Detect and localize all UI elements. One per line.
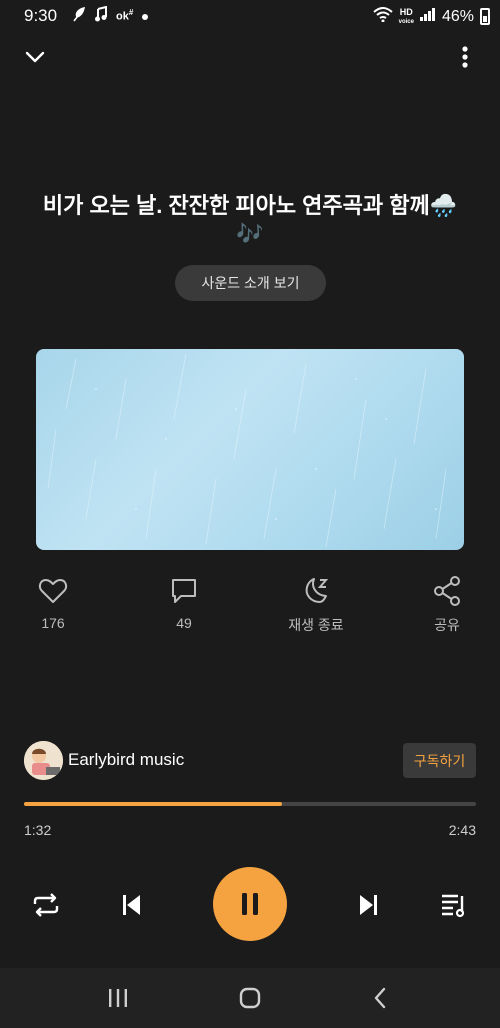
like-count: 176 [41, 615, 65, 631]
battery-icon [480, 8, 490, 25]
repeat-button[interactable] [26, 885, 66, 925]
like-action[interactable]: 176 [8, 575, 98, 631]
more-options-button[interactable] [452, 42, 478, 72]
track-title: 비가 오는 날. 잔잔한 피아노 연주곡과 함께🌧️🎶 [42, 193, 458, 246]
avatar-illustration [24, 741, 63, 780]
home-button[interactable] [234, 983, 266, 1013]
status-time: 9:30 [24, 6, 58, 25]
dot-icon [141, 8, 149, 24]
status-bar: 9:30 ok# HD voice 46% [0, 0, 500, 32]
current-time: 1:32 [24, 822, 52, 838]
previous-button[interactable] [111, 885, 151, 925]
sleep-timer-icon [305, 578, 329, 603]
subscribe-button[interactable]: 구독하기 [403, 743, 476, 778]
chevron-down-icon [25, 51, 45, 63]
share-icon [434, 576, 460, 606]
share-label: 공유 [434, 617, 460, 633]
more-vertical-icon [462, 46, 468, 68]
hd-sub-label: voice [398, 18, 414, 25]
channel-name[interactable]: Earlybird music [68, 750, 184, 770]
status-notification-icons: ok# [72, 5, 149, 25]
back-icon [374, 987, 386, 1009]
signal-icon [419, 7, 436, 26]
recents-button[interactable] [102, 983, 134, 1013]
rain-artwork-image [47, 353, 447, 548]
pause-button[interactable] [213, 867, 287, 941]
repeat-icon [33, 893, 59, 917]
sleep-timer-action[interactable]: 재생 종료 [271, 575, 361, 635]
sleep-timer-label: 재생 종료 [288, 617, 344, 633]
collapse-button[interactable] [22, 44, 48, 70]
back-button[interactable] [364, 983, 396, 1013]
battery-percent: 46% [441, 7, 474, 25]
hd-label: HD [399, 6, 413, 17]
comment-count: 49 [176, 615, 192, 631]
progress-fill [24, 802, 282, 806]
sound-intro-button[interactable]: 사운드 소개 보기 [175, 265, 326, 301]
ok-icon: ok# [116, 8, 134, 23]
progress-bar[interactable] [24, 802, 476, 806]
comment-action[interactable]: 49 [139, 575, 229, 631]
skip-next-icon [360, 895, 377, 915]
next-button[interactable] [349, 885, 389, 925]
total-time: 2:43 [448, 822, 476, 838]
music-note-icon [94, 5, 108, 25]
playlist-button[interactable] [434, 885, 474, 925]
playlist-icon [442, 894, 465, 918]
channel-avatar[interactable] [24, 741, 63, 780]
system-navigation-bar [0, 968, 500, 1028]
wifi-icon [372, 6, 393, 27]
track-artwork [36, 349, 464, 550]
share-action[interactable]: 공유 [402, 575, 492, 635]
skip-previous-icon [123, 895, 140, 915]
heart-icon [38, 579, 68, 603]
pause-icon [242, 893, 258, 915]
home-icon [239, 987, 261, 1009]
feather-icon [72, 6, 86, 25]
status-system-icons: HD voice 46% [372, 6, 490, 27]
hd-voice-icon: HD voice [398, 6, 414, 26]
comment-icon [172, 579, 196, 603]
recents-icon [109, 989, 127, 1007]
